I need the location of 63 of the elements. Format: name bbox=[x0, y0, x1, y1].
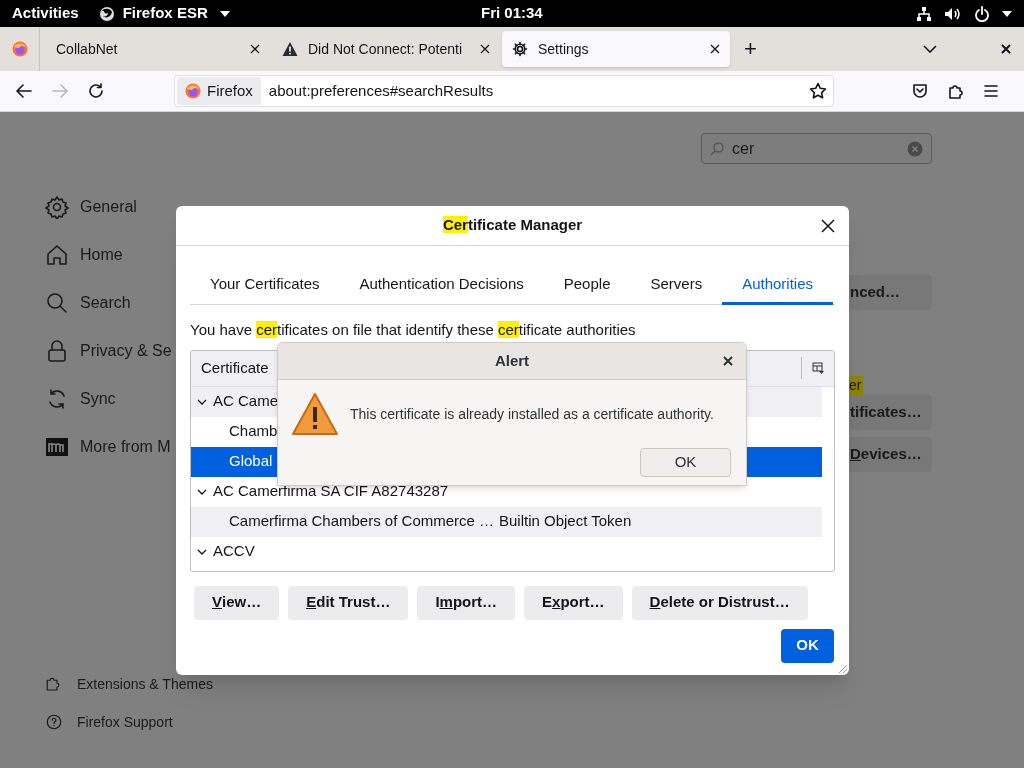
firefox-icon bbox=[185, 83, 201, 99]
dialog-button[interactable]: Edit Trust… bbox=[288, 585, 409, 620]
logo-icon bbox=[45, 435, 69, 459]
column-picker-icon[interactable] bbox=[812, 362, 824, 374]
footer-link[interactable]: Extensions & Themes bbox=[45, 665, 300, 703]
browser-tab[interactable]: CollabNet bbox=[42, 31, 270, 67]
sidebar-item[interactable]: General bbox=[45, 183, 300, 231]
url-bar[interactable]: Firefox about:preferences#searchResults bbox=[174, 75, 834, 107]
caret-icon bbox=[1002, 9, 1012, 18]
activities-button[interactable]: Activities bbox=[12, 2, 79, 25]
close-icon[interactable] bbox=[1001, 44, 1011, 54]
warning-icon bbox=[292, 392, 338, 436]
dialog-button[interactable]: Export… bbox=[524, 585, 623, 620]
ok-button[interactable]: OK bbox=[781, 628, 834, 663]
chevron-down-icon bbox=[197, 547, 207, 556]
dialog-tab[interactable]: Servers bbox=[630, 264, 723, 305]
search-icon bbox=[45, 291, 69, 315]
browser-tab[interactable]: Settings bbox=[502, 31, 730, 67]
lock-icon bbox=[45, 339, 69, 363]
star-icon[interactable] bbox=[809, 82, 827, 100]
close-icon[interactable] bbox=[821, 218, 835, 233]
chevron-down-icon bbox=[197, 487, 207, 496]
back-icon[interactable] bbox=[16, 84, 32, 98]
firefox-icon bbox=[98, 5, 115, 22]
close-icon[interactable] bbox=[480, 44, 490, 54]
alert-title: Alert bbox=[494, 350, 530, 371]
dialog-tab[interactable]: People bbox=[543, 264, 631, 305]
puzzle-icon[interactable] bbox=[948, 83, 964, 99]
search-icon bbox=[710, 141, 724, 156]
gear-icon bbox=[45, 195, 69, 219]
tree-row[interactable]: Camerfirma Chambers of Commerce … Builtin Object Token bbox=[191, 506, 822, 537]
gear-icon bbox=[512, 41, 528, 57]
dialog-button[interactable]: Delete or Distrust… bbox=[631, 585, 808, 620]
dialog-tab[interactable]: Authentication Decisions bbox=[339, 264, 544, 305]
search-field[interactable]: cer bbox=[701, 133, 932, 164]
pocket-icon[interactable] bbox=[912, 83, 928, 99]
dialog-button[interactable]: View… bbox=[194, 585, 280, 620]
identity-chip[interactable]: Firefox bbox=[177, 77, 261, 105]
clock[interactable]: Fri 01:34 bbox=[481, 2, 543, 25]
app-menu[interactable]: Firefox ESR bbox=[98, 2, 230, 25]
dialog-tab[interactable]: Authorities bbox=[722, 264, 834, 305]
alert-message: This certificate is already installed as a certificate authority. bbox=[350, 404, 714, 424]
close-icon[interactable] bbox=[710, 44, 720, 54]
resize-grip-icon bbox=[838, 664, 848, 674]
caret-icon bbox=[219, 9, 230, 18]
firefox-icon bbox=[11, 41, 28, 57]
dialog-button[interactable]: Import… bbox=[417, 585, 516, 620]
column-header[interactable]: Certificate bbox=[191, 356, 269, 380]
ok-button[interactable]: OK bbox=[640, 448, 731, 477]
network-icon bbox=[916, 5, 932, 22]
help-icon bbox=[45, 713, 63, 731]
warning-icon bbox=[282, 41, 298, 57]
footer-link[interactable]: Firefox Support bbox=[45, 703, 300, 741]
reload-icon[interactable] bbox=[88, 83, 104, 99]
close-icon[interactable] bbox=[250, 44, 260, 54]
browser-tab[interactable]: Did Not Connect: Potenti bbox=[272, 31, 500, 67]
close-icon[interactable] bbox=[723, 356, 733, 366]
chevron-down-icon bbox=[197, 397, 207, 406]
home-icon bbox=[45, 243, 69, 267]
menu-icon[interactable] bbox=[983, 84, 999, 98]
chevron-down-icon[interactable] bbox=[923, 45, 937, 53]
new-tab-button[interactable]: + bbox=[744, 38, 757, 60]
power-icon bbox=[974, 5, 990, 22]
